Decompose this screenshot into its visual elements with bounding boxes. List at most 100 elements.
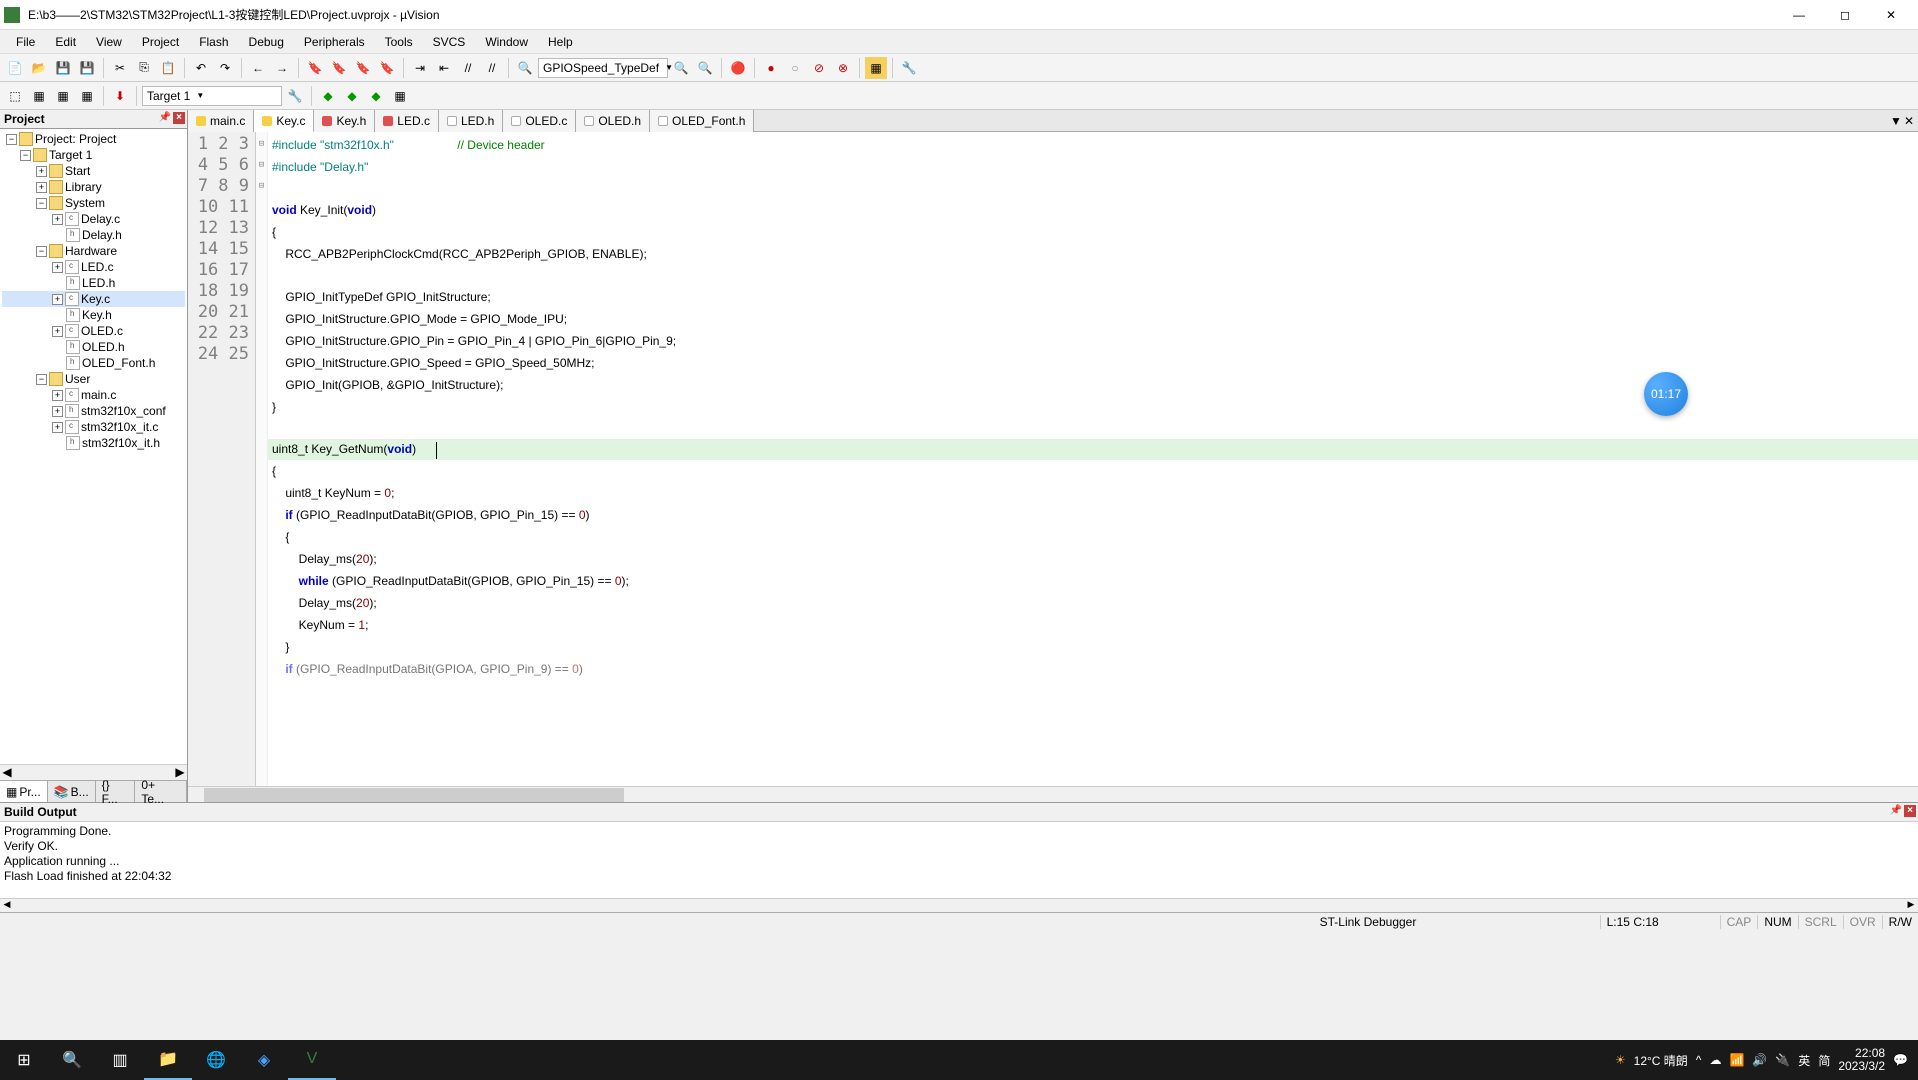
tree-scroll-left[interactable]: ◀ (0, 765, 14, 780)
menu-tools[interactable]: Tools (375, 32, 423, 52)
panel-tab-project[interactable]: ▦Pr... (0, 781, 48, 802)
timer-badge[interactable]: 01:17 (1644, 372, 1688, 416)
tab-close-icon[interactable]: ✕ (1904, 114, 1914, 128)
volume-icon[interactable]: 🔊 (1752, 1053, 1767, 1067)
select-pack-icon[interactable]: ◆ (341, 85, 363, 107)
build-scroll-left[interactable]: ◀ (0, 899, 14, 912)
tree-group-hardware[interactable]: −Hardware (2, 243, 185, 259)
tab-oled-c[interactable]: OLED.c (503, 110, 576, 132)
start-button[interactable]: ⊞ (0, 1040, 48, 1080)
maximize-button[interactable]: ◻ (1822, 0, 1868, 30)
tab-led-c[interactable]: LED.c (375, 110, 439, 132)
find-icon[interactable]: 🔍 (514, 57, 536, 79)
breakpoint-disable-icon[interactable]: ⊘ (808, 57, 830, 79)
tree-file[interactable]: +LED.c (2, 259, 185, 275)
find-in-files-icon[interactable]: 🔍 (694, 57, 716, 79)
ime-mode[interactable]: 简 (1818, 1052, 1830, 1069)
notifications-icon[interactable]: 💬 (1893, 1053, 1908, 1067)
new-file-icon[interactable]: 📄 (4, 57, 26, 79)
edge-icon[interactable]: 🌐 (192, 1040, 240, 1080)
bookmark-icon[interactable]: 🔖 (304, 57, 326, 79)
weather-text[interactable]: 12°C 晴朗 (1634, 1052, 1688, 1069)
task-view-icon[interactable]: ▥ (96, 1040, 144, 1080)
search-icon[interactable]: 🔍 (48, 1040, 96, 1080)
save-icon[interactable]: 💾 (52, 57, 74, 79)
tree-group-library[interactable]: +Library (2, 179, 185, 195)
nav-fwd-icon[interactable]: → (271, 57, 293, 79)
tree-group-system[interactable]: −System (2, 195, 185, 211)
uncomment-icon[interactable]: // (481, 57, 503, 79)
undo-icon[interactable]: ↶ (190, 57, 212, 79)
find-combo[interactable]: GPIOSpeed_TypeDef▼ (538, 58, 668, 78)
onedrive-icon[interactable]: ☁ (1709, 1053, 1721, 1067)
build-output-body[interactable]: Programming Done. Verify OK. Application… (0, 822, 1918, 898)
menu-flash[interactable]: Flash (189, 32, 238, 52)
app-icon-1[interactable]: ◈ (240, 1040, 288, 1080)
clock[interactable]: 22:08 2023/3/2 (1838, 1047, 1885, 1073)
paste-icon[interactable]: 📋 (157, 57, 179, 79)
find-next-icon[interactable]: 🔍 (670, 57, 692, 79)
manage-rte-icon[interactable]: ◆ (317, 85, 339, 107)
tab-dropdown-icon[interactable]: ▼ (1890, 114, 1902, 128)
pin-icon[interactable]: 📌 (159, 112, 171, 123)
panel-tab-books[interactable]: 📚B... (48, 781, 96, 802)
tree-file[interactable]: OLED.h (2, 339, 185, 355)
tab-led-h[interactable]: LED.h (439, 110, 503, 132)
indent-icon[interactable]: ⇥ (409, 57, 431, 79)
tree-file[interactable]: +OLED.c (2, 323, 185, 339)
tab-key-c[interactable]: Key.c (254, 110, 314, 132)
target-combo[interactable]: Target 1▼ (142, 86, 282, 106)
network-icon[interactable]: 📶 (1729, 1053, 1744, 1067)
menu-project[interactable]: Project (132, 32, 189, 52)
rebuild-icon[interactable]: ▦ (52, 85, 74, 107)
menu-edit[interactable]: Edit (45, 32, 86, 52)
cut-icon[interactable]: ✂ (109, 57, 131, 79)
tree-group-start[interactable]: +Start (2, 163, 185, 179)
menu-file[interactable]: File (6, 32, 45, 52)
close-button[interactable]: ✕ (1868, 0, 1914, 30)
bookmark-prev-icon[interactable]: 🔖 (328, 57, 350, 79)
code-editor[interactable]: 1 2 3 4 5 6 7 8 9 10 11 12 13 14 15 16 1… (188, 132, 1918, 786)
tree-file[interactable]: stm32f10x_it.h (2, 435, 185, 451)
build-icon[interactable]: ▦ (28, 85, 50, 107)
tray-chevron-icon[interactable]: ^ (1696, 1053, 1702, 1067)
batch-build-icon[interactable]: ▦ (76, 85, 98, 107)
code-body[interactable]: #include "stm32f10x.h" // Device header … (268, 132, 1918, 786)
menu-svcs[interactable]: SVCS (423, 32, 476, 52)
fold-column[interactable]: ⊟ ⊟ ⊟ (256, 132, 268, 786)
copy-icon[interactable]: ⎘ (133, 57, 155, 79)
minimize-button[interactable]: — (1776, 0, 1822, 30)
tab-oled-h[interactable]: OLED.h (576, 110, 650, 132)
weather-icon[interactable]: ☀ (1615, 1053, 1626, 1067)
redo-icon[interactable]: ↷ (214, 57, 236, 79)
tab-oled-font-h[interactable]: OLED_Font.h (650, 110, 754, 132)
tree-file[interactable]: +Delay.c (2, 211, 185, 227)
tree-file[interactable]: OLED_Font.h (2, 355, 185, 371)
pack-installer-icon[interactable]: ◆ (365, 85, 387, 107)
tree-file[interactable]: +main.c (2, 387, 185, 403)
target-options-icon[interactable]: 🔧 (284, 85, 306, 107)
tree-file[interactable]: +stm32f10x_conf (2, 403, 185, 419)
menu-help[interactable]: Help (538, 32, 583, 52)
panel-close-icon[interactable]: × (173, 112, 185, 124)
keil-icon[interactable]: V (288, 1040, 336, 1080)
breakpoint-enable-icon[interactable]: ○ (784, 57, 806, 79)
outdent-icon[interactable]: ⇤ (433, 57, 455, 79)
configure-icon[interactable]: 🔧 (898, 57, 920, 79)
project-tree[interactable]: −Project: Project −Target 1 +Start +Libr… (0, 129, 187, 764)
tree-file[interactable]: +stm32f10x_it.c (2, 419, 185, 435)
tree-file[interactable]: Key.h (2, 307, 185, 323)
save-all-icon[interactable]: 💾 (76, 57, 98, 79)
explorer-icon[interactable]: 📁 (144, 1040, 192, 1080)
bookmark-next-icon[interactable]: 🔖 (352, 57, 374, 79)
menu-view[interactable]: View (86, 32, 132, 52)
nav-back-icon[interactable]: ← (247, 57, 269, 79)
tree-file[interactable]: LED.h (2, 275, 185, 291)
comment-icon[interactable]: // (457, 57, 479, 79)
tree-group-user[interactable]: −User (2, 371, 185, 387)
open-file-icon[interactable]: 📂 (28, 57, 50, 79)
bookmark-clear-icon[interactable]: 🔖 (376, 57, 398, 79)
menu-debug[interactable]: Debug (239, 32, 294, 52)
ime-lang[interactable]: 英 (1798, 1052, 1810, 1069)
menu-window[interactable]: Window (475, 32, 538, 52)
